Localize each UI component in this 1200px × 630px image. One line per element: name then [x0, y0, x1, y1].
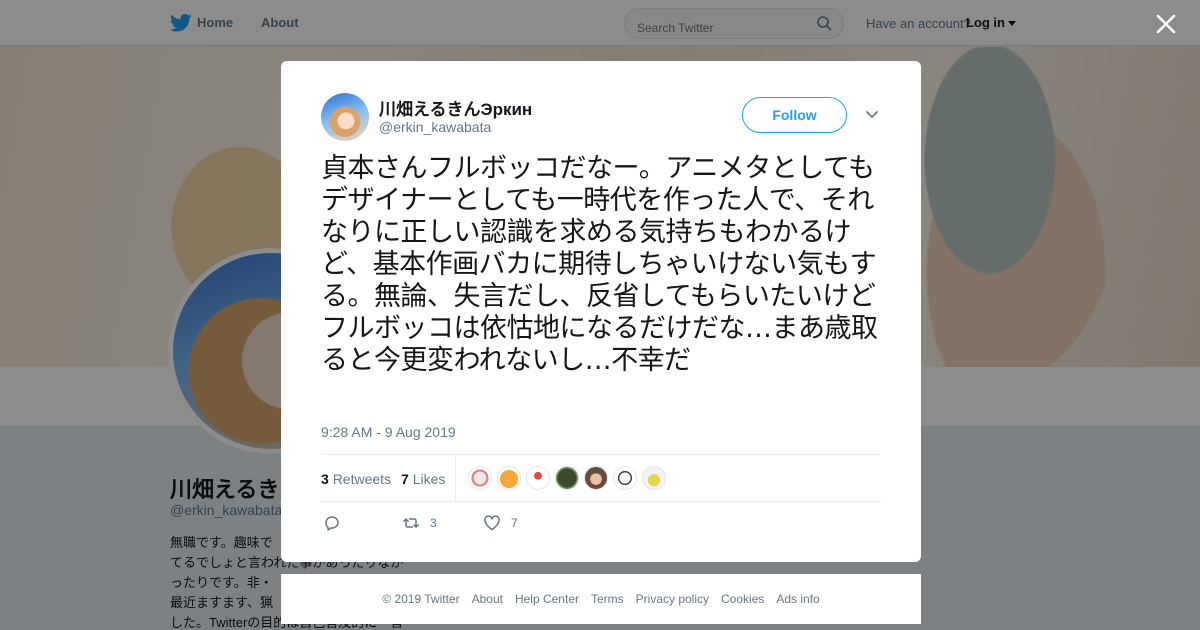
footer-link-cookies[interactable]: Cookies — [721, 592, 764, 606]
footer-copyright: © 2019 Twitter — [382, 592, 460, 606]
author-handle[interactable]: @erkin_kawabata — [379, 119, 491, 135]
tweet-timestamp[interactable]: 9:28 AM - 9 Aug 2019 — [321, 424, 456, 440]
retweet-button[interactable]: 3 — [402, 513, 437, 533]
reply-icon — [325, 516, 339, 531]
liker-avatar[interactable] — [526, 466, 550, 490]
liker-avatar[interactable] — [468, 466, 492, 490]
liker-avatar[interactable] — [613, 466, 637, 490]
close-icon[interactable] — [1154, 12, 1178, 36]
footer-link-terms[interactable]: Terms — [591, 592, 624, 606]
footer-link-help-center[interactable]: Help Center — [515, 592, 579, 606]
reply-button[interactable] — [323, 513, 341, 533]
liker-avatar[interactable] — [555, 466, 579, 490]
liker-avatar[interactable] — [584, 466, 608, 490]
retweets-stat[interactable]: 3 Retweets — [321, 471, 391, 487]
author-avatar[interactable] — [321, 93, 369, 141]
retweet-icon — [402, 517, 420, 529]
retweet-count: 3 — [430, 516, 437, 530]
likes-stat[interactable]: 7 Likes — [401, 471, 445, 487]
author-name[interactable]: 川畑えるきんЭркин — [379, 95, 532, 120]
likes-label: Likes — [412, 471, 446, 487]
tweet-modal: 川畑えるきんЭркин @erkin_kawabata Follow 貞本さんフ… — [281, 61, 921, 562]
chevron-down-icon[interactable] — [865, 109, 879, 121]
footer-link-privacy[interactable]: Privacy policy — [636, 592, 709, 606]
footer: © 2019 Twitter About Help Center Terms P… — [281, 574, 921, 624]
footer-link-about[interactable]: About — [472, 592, 503, 606]
stats-divider — [455, 455, 456, 501]
follow-button[interactable]: Follow — [742, 97, 847, 133]
like-button[interactable]: 7 — [483, 513, 518, 533]
retweets-label: Retweets — [332, 471, 392, 487]
like-count: 7 — [511, 516, 518, 530]
heart-icon — [484, 515, 500, 531]
likes-count: 7 — [401, 471, 409, 487]
tweet-stats: 3 Retweets 7 Likes — [321, 454, 881, 502]
liker-avatar[interactable] — [497, 466, 521, 490]
retweets-count: 3 — [321, 471, 329, 487]
liker-avatar[interactable] — [642, 466, 666, 490]
footer-link-ads-info[interactable]: Ads info — [776, 592, 819, 606]
tweet-text: 貞本さんフルボッコだなー。アニメタとしてもデザイナーとしても一時代を作った人で、… — [321, 153, 878, 376]
